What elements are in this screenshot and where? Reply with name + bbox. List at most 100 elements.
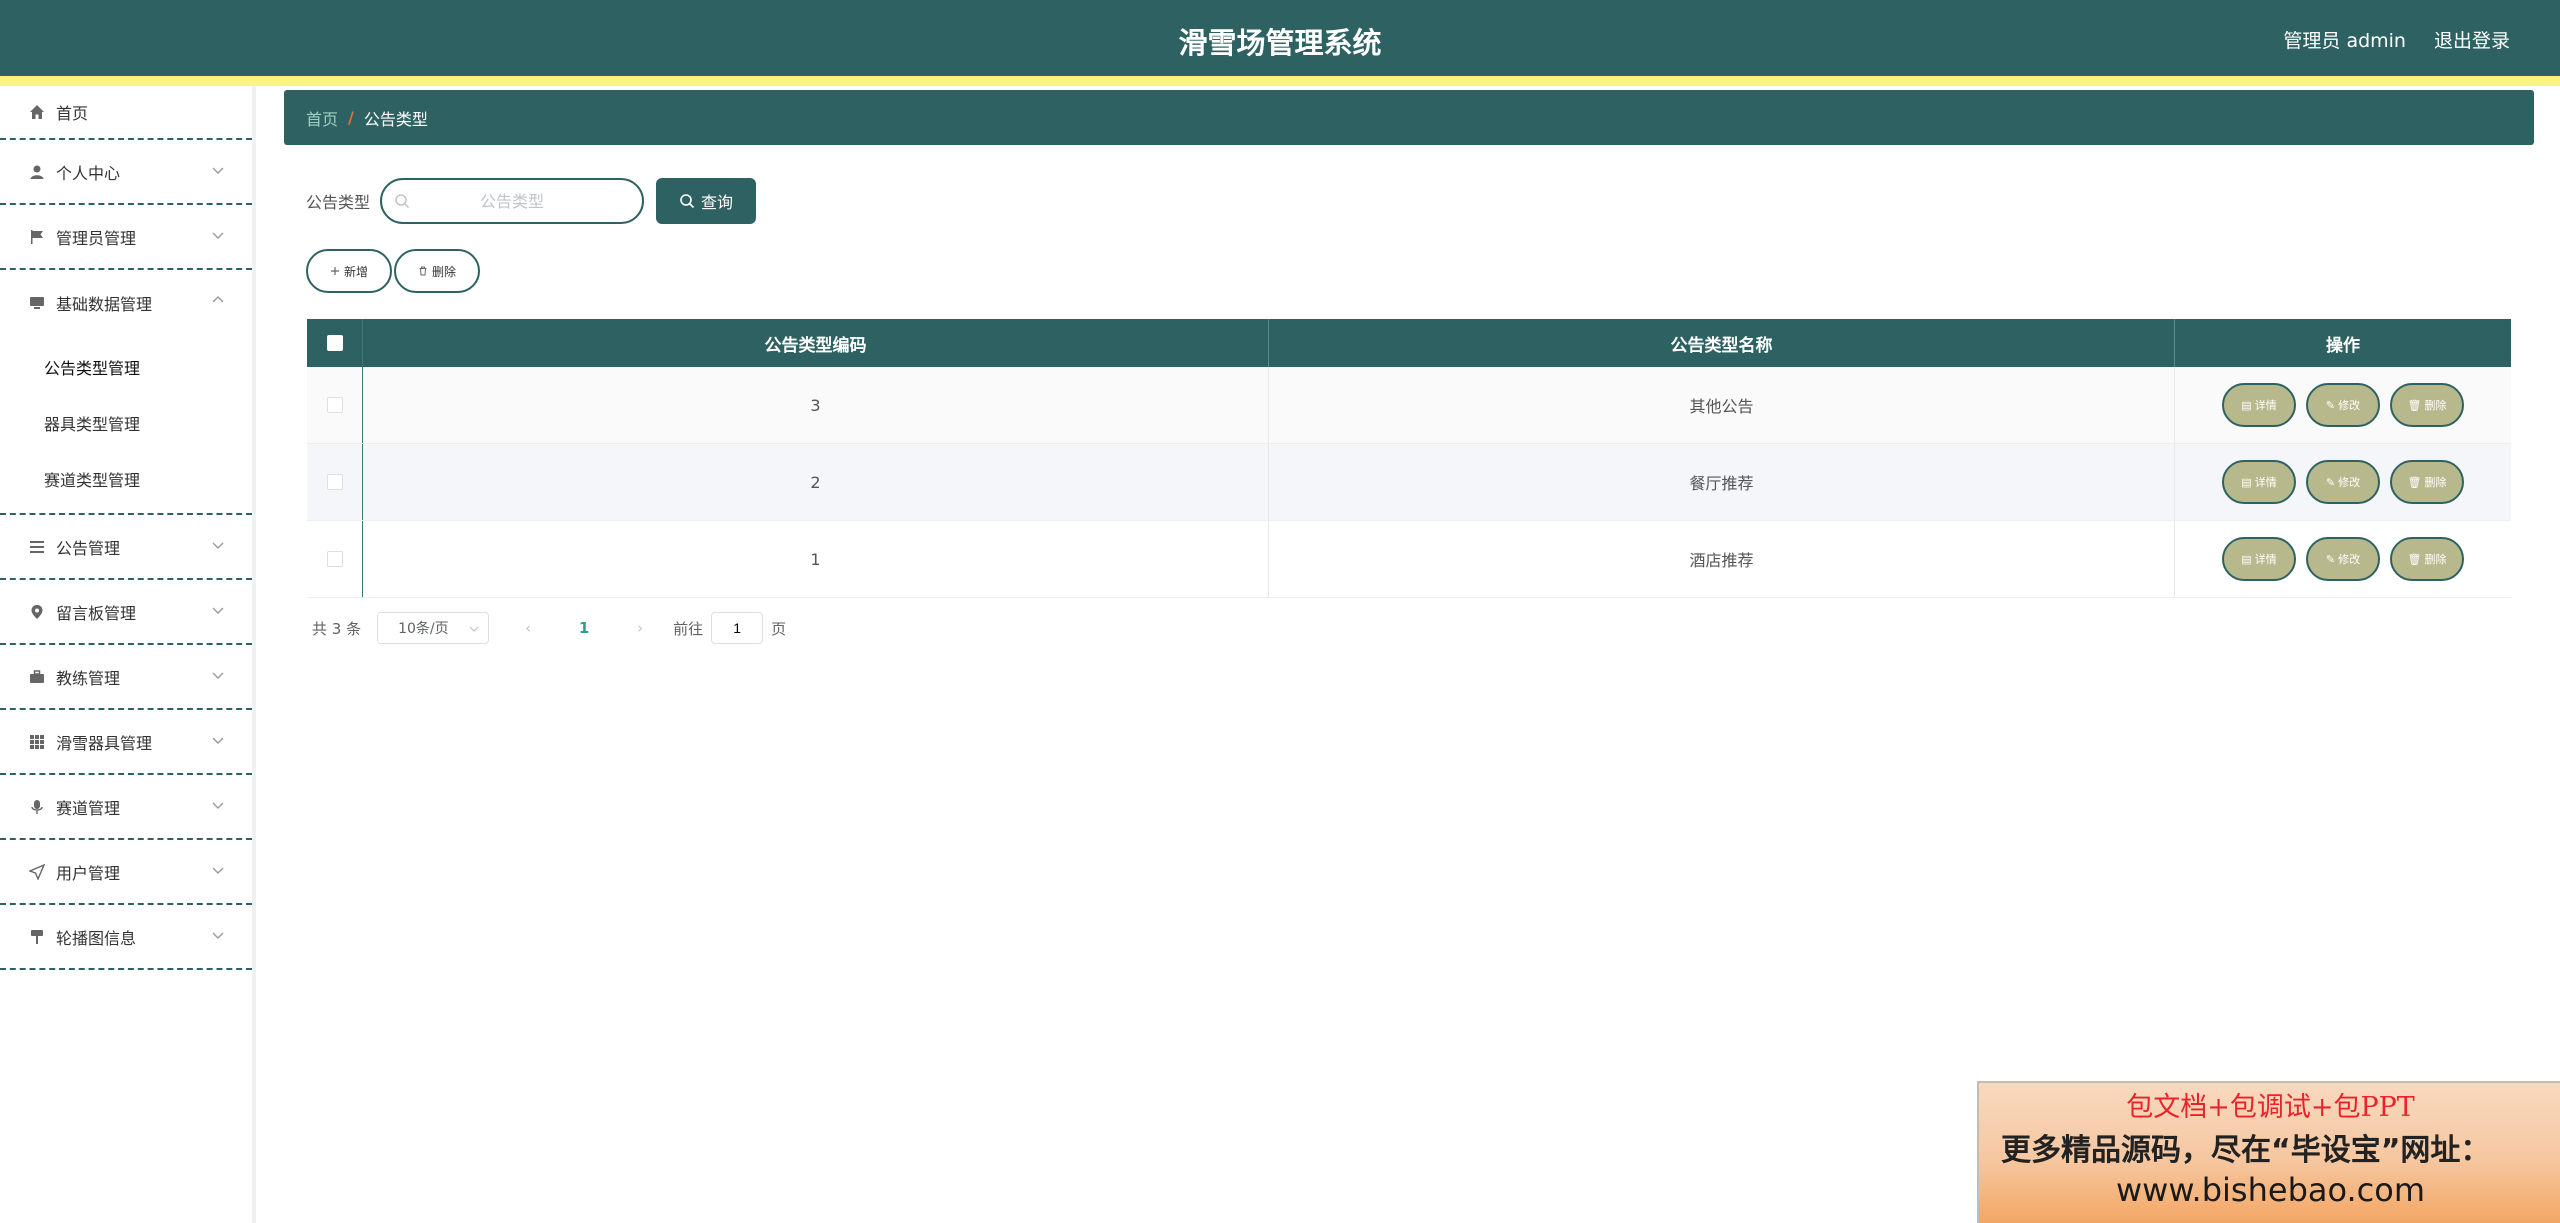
row-edit-button[interactable]: ✎ 修改 xyxy=(2306,537,2380,581)
goto-page: 前往 页 xyxy=(673,612,786,644)
goto-page-input[interactable] xyxy=(711,612,764,644)
sidebar-item-notices[interactable]: 公告管理 xyxy=(0,515,252,580)
breadcrumb: 首页 / 公告类型 xyxy=(284,90,2534,145)
sidebar-item-label: 首页 xyxy=(56,104,89,123)
prev-page-button[interactable]: ‹ xyxy=(513,619,543,637)
grid-icon xyxy=(28,733,46,751)
row-edit-label: 修改 xyxy=(2338,400,2361,412)
edit-icon: ✎ xyxy=(2325,553,2336,566)
goto-suffix: 页 xyxy=(771,619,787,638)
sidebar-item-carousel[interactable]: 轮播图信息 xyxy=(0,905,252,970)
search-input[interactable] xyxy=(382,180,643,222)
select-all-cell xyxy=(307,319,363,367)
chevron-down-icon xyxy=(469,626,479,632)
row-edit-button[interactable]: ✎ 修改 xyxy=(2306,460,2380,504)
sidebar-item-base-data[interactable]: 基础数据管理 xyxy=(0,270,252,335)
search-label: 公告类型 xyxy=(306,193,371,212)
document-icon: ▤ xyxy=(2241,476,2252,489)
page-number-current[interactable]: 1 xyxy=(569,619,599,637)
sidebar-item-coaches[interactable]: 教练管理 xyxy=(0,645,252,710)
header-user-area: 管理员 admin 退出登录 xyxy=(2283,26,2510,53)
row-delete-label: 删除 xyxy=(2424,477,2447,489)
plus-icon xyxy=(330,267,339,275)
sidebar-item-label: 滑雪器具管理 xyxy=(56,733,153,753)
menu-icon xyxy=(28,538,46,556)
row-delete-button[interactable]: 🗑 删除 xyxy=(2390,460,2464,504)
query-button-label: 查询 xyxy=(701,195,734,212)
search-bar: 公告类型 查询 xyxy=(306,178,757,224)
cell-code: 1 xyxy=(363,521,1269,597)
header-accent-stripe xyxy=(0,76,2560,86)
logout-link[interactable]: 退出登录 xyxy=(2434,26,2510,53)
row-checkbox[interactable] xyxy=(326,397,343,413)
sidebar-subitem-equipment-type[interactable]: 器具类型管理 xyxy=(0,395,252,451)
row-detail-button[interactable]: ▤ 详情 xyxy=(2222,383,2296,427)
table-row: 3 其他公告 ▤ 详情 ✎ 修改 🗑 删除 xyxy=(307,367,2511,444)
chevron-down-icon xyxy=(212,932,224,939)
cell-name: 餐厅推荐 xyxy=(1269,444,2175,520)
chevron-down-icon xyxy=(212,542,224,549)
sidebar-item-guestbook[interactable]: 留言板管理 xyxy=(0,580,252,645)
flag-icon xyxy=(28,228,46,246)
trash-icon: 🗑 xyxy=(2407,476,2422,489)
sidebar-submenu-base-data: 公告类型管理 器具类型管理 赛道类型管理 xyxy=(0,335,252,515)
search-icon xyxy=(680,194,695,209)
current-user-label[interactable]: 管理员 admin xyxy=(2283,26,2406,53)
row-edit-button[interactable]: ✎ 修改 xyxy=(2306,383,2380,427)
page-size-select[interactable]: 10条/页 xyxy=(377,612,490,644)
add-button[interactable]: 新增 xyxy=(306,249,392,293)
breadcrumb-separator: / xyxy=(348,108,354,127)
sidebar-item-label: 赛道管理 xyxy=(56,798,121,818)
sidebar-subitem-track-type[interactable]: 赛道类型管理 xyxy=(0,451,252,507)
edit-icon: ✎ xyxy=(2325,399,2336,412)
sidebar: 首页 个人中心 管理员管理 基础数据管理 公告类型管理 器具类型管理 赛道类型管… xyxy=(0,86,256,1223)
table-row: 1 酒店推荐 ▤ 详情 ✎ 修改 🗑 删除 xyxy=(307,521,2511,598)
row-detail-button[interactable]: ▤ 详情 xyxy=(2222,460,2296,504)
sidebar-subitem-notice-type[interactable]: 公告类型管理 xyxy=(0,339,252,395)
query-button[interactable]: 查询 xyxy=(656,178,757,224)
sidebar-item-users[interactable]: 用户管理 xyxy=(0,840,252,905)
app-title: 滑雪场管理系统 xyxy=(1178,26,1382,60)
cell-code: 3 xyxy=(363,367,1269,443)
sidebar-item-equipment[interactable]: 滑雪器具管理 xyxy=(0,710,252,775)
row-detail-label: 详情 xyxy=(2254,477,2277,489)
column-header-code: 公告类型编码 xyxy=(363,319,1269,367)
column-header-name: 公告类型名称 xyxy=(1269,319,2175,367)
row-detail-label: 详情 xyxy=(2254,554,2277,566)
row-detail-button[interactable]: ▤ 详情 xyxy=(2222,537,2296,581)
pagination: 共 3 条 10条/页 ‹ 1 › 前往 页 xyxy=(312,612,786,644)
table-header: 公告类型编码 公告类型名称 操作 xyxy=(307,319,2511,367)
sidebar-item-profile[interactable]: 个人中心 xyxy=(0,140,252,205)
sidebar-item-label: 用户管理 xyxy=(56,863,121,883)
monitor-icon xyxy=(28,294,46,312)
chevron-down-icon xyxy=(212,167,224,174)
row-detail-label: 详情 xyxy=(2254,400,2277,412)
sidebar-item-tracks[interactable]: 赛道管理 xyxy=(0,775,252,840)
promo-url: www.bishebao.com xyxy=(2115,1171,2426,1209)
row-checkbox[interactable] xyxy=(326,551,343,567)
breadcrumb-home-link[interactable]: 首页 xyxy=(306,106,338,130)
delete-button[interactable]: 删除 xyxy=(394,249,480,293)
select-all-checkbox[interactable] xyxy=(326,335,343,351)
sidebar-item-label: 公告管理 xyxy=(56,538,121,558)
promo-line-1: 包文档+包调试+包PPT xyxy=(2126,1092,2415,1123)
breadcrumb-current: 公告类型 xyxy=(363,109,428,129)
next-page-button[interactable]: › xyxy=(625,619,655,637)
paint-icon xyxy=(28,928,46,946)
document-icon: ▤ xyxy=(2241,399,2252,412)
toolbar: 新增 删除 xyxy=(306,249,480,293)
pin-icon xyxy=(28,603,46,621)
cell-code: 2 xyxy=(363,444,1269,520)
row-delete-label: 删除 xyxy=(2424,554,2447,566)
row-delete-label: 删除 xyxy=(2424,400,2447,412)
add-button-label: 新增 xyxy=(343,264,368,279)
row-checkbox[interactable] xyxy=(326,474,343,490)
sidebar-item-home[interactable]: 首页 xyxy=(0,86,252,140)
row-delete-button[interactable]: 🗑 删除 xyxy=(2390,537,2464,581)
row-delete-button[interactable]: 🗑 删除 xyxy=(2390,383,2464,427)
microphone-icon xyxy=(28,798,46,816)
sidebar-item-admin[interactable]: 管理员管理 xyxy=(0,205,252,270)
search-input-wrapper xyxy=(380,178,645,224)
chevron-down-icon xyxy=(212,672,224,679)
table-row: 2 餐厅推荐 ▤ 详情 ✎ 修改 🗑 删除 xyxy=(307,444,2511,521)
